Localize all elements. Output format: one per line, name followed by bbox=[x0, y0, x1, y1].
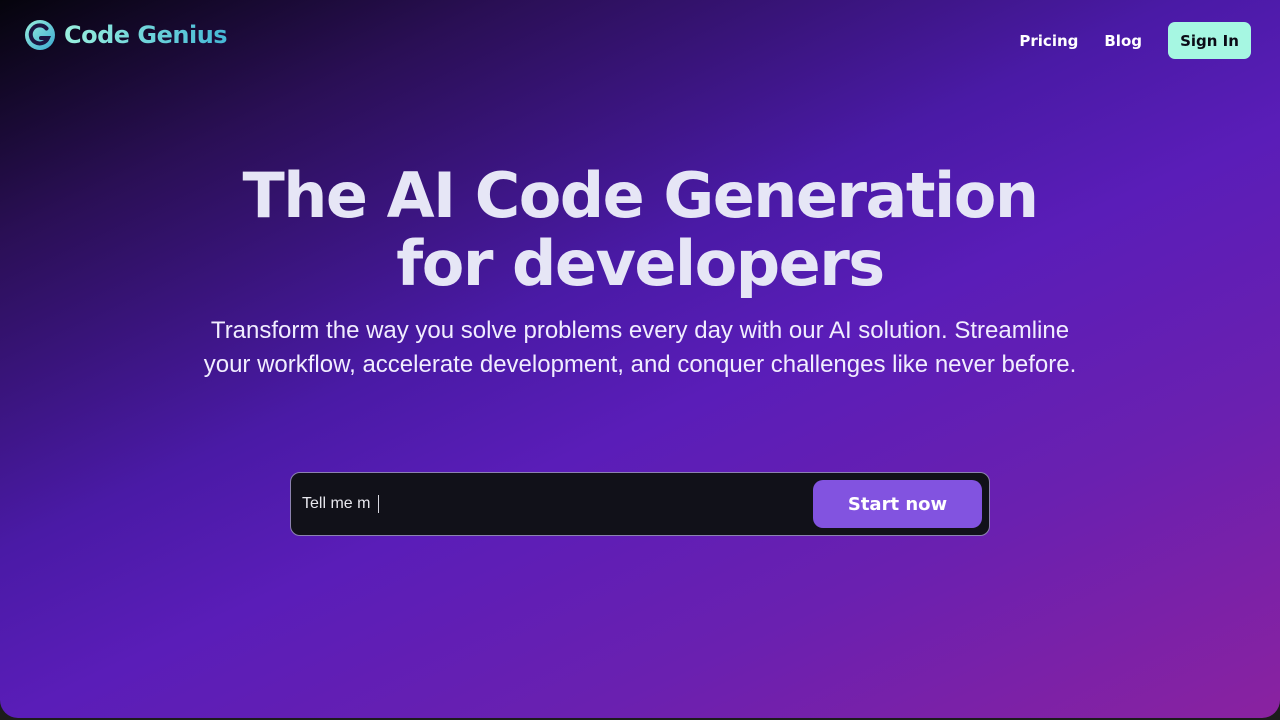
hero-title: The AI Code Generation for developers bbox=[0, 162, 1280, 298]
landing-page: Code Genius Pricing Blog Sign In The AI … bbox=[0, 0, 1280, 718]
g-logo-icon bbox=[25, 20, 55, 50]
hero-title-line-2: for developers bbox=[396, 227, 885, 300]
prompt-bar: Start now bbox=[290, 472, 990, 536]
top-nav: Pricing Blog Sign In bbox=[1019, 22, 1251, 59]
nav-blog-link[interactable]: Blog bbox=[1104, 32, 1142, 50]
hero-title-line-1: The AI Code Generation bbox=[242, 159, 1039, 232]
nav-pricing-link[interactable]: Pricing bbox=[1019, 32, 1078, 50]
text-caret bbox=[378, 495, 379, 513]
prompt-input[interactable] bbox=[302, 491, 782, 517]
brand-name: Code Genius bbox=[64, 21, 228, 49]
start-now-button[interactable]: Start now bbox=[813, 480, 982, 528]
header: Code Genius Pricing Blog Sign In bbox=[0, 0, 1280, 80]
sign-in-button[interactable]: Sign In bbox=[1168, 22, 1251, 59]
brand-logo[interactable]: Code Genius bbox=[24, 19, 228, 51]
hero-subtitle: Transform the way you solve problems eve… bbox=[203, 317, 1077, 378]
